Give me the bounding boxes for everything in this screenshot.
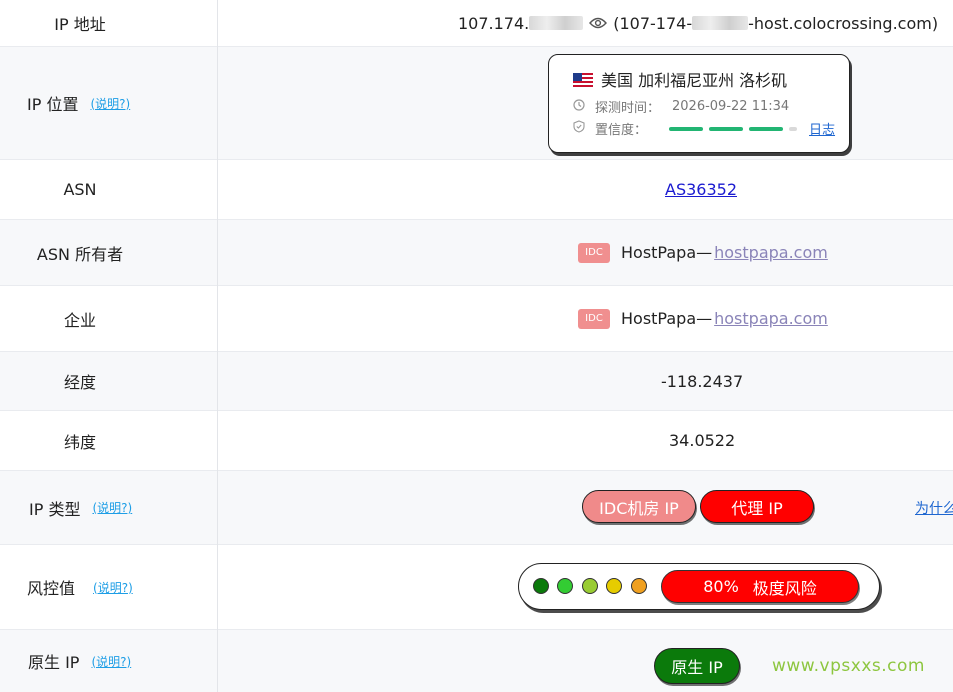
longitude-label: 经度 xyxy=(0,352,160,410)
asn-label-text: ASN xyxy=(63,180,97,199)
confidence-segment xyxy=(669,126,704,131)
enterprise-name: HostPapa— xyxy=(621,309,713,328)
longitude-label-text: 经度 xyxy=(63,373,96,392)
hostname-prefix: (107-174- xyxy=(613,13,693,33)
shield-check-icon xyxy=(573,120,585,137)
us-flag-icon xyxy=(573,72,593,87)
ip-type-help-link[interactable]: (说明?) xyxy=(92,499,132,516)
native-ip-help-link[interactable]: (说明?) xyxy=(91,653,131,670)
row-asn: ASN AS36352 xyxy=(0,160,953,220)
asn-link[interactable]: AS36352 xyxy=(665,180,737,199)
ip-redacted xyxy=(529,16,584,30)
confidence-meter xyxy=(669,126,798,131)
watermark: www.vpsxxs.com xyxy=(772,656,925,676)
confidence-segment xyxy=(709,126,744,131)
hostname-suffix: -host.colocrossing.com) xyxy=(748,13,939,33)
eye-icon[interactable] xyxy=(589,14,608,33)
row-latitude: 纬度 34.0522 xyxy=(0,411,953,471)
enterprise-value: IDC HostPapa— hostpapa.com xyxy=(578,286,828,351)
ip-location-help-link[interactable]: (说明?) xyxy=(90,95,130,112)
confidence-segment-empty xyxy=(789,126,798,131)
native-ip-label-text: 原生 IP xyxy=(28,653,80,672)
idc-ip-tag-text: IDC机房 IP xyxy=(599,498,679,518)
confidence-segment xyxy=(749,126,784,131)
why-link[interactable]: 为什么 xyxy=(915,498,953,518)
latitude-value: 34.0522 xyxy=(669,431,736,450)
watermark-text: www.vpsxxs.com xyxy=(772,656,925,676)
row-enterprise: 企业 IDC HostPapa— hostpapa.com xyxy=(0,286,953,352)
detect-time-line: 探测时间： 2026-09-22 11:34 xyxy=(573,97,789,116)
row-ip-address: IP 地址 107.174. (107-174- -host.colocross… xyxy=(0,0,953,47)
detect-time-value: 2026-09-22 11:34 xyxy=(672,99,790,114)
row-longitude: 经度 -118.2437 xyxy=(0,352,953,411)
native-ip-label: 原生 IP (说明?) xyxy=(28,630,131,692)
column-divider xyxy=(217,0,218,692)
native-ip-tag: 原生 IP xyxy=(654,648,740,684)
risk-help-link[interactable]: (说明?) xyxy=(93,579,133,596)
risk-label-text: 风控值 xyxy=(27,579,76,598)
risk-value: 80% xyxy=(703,577,739,596)
asn-label: ASN xyxy=(0,160,160,219)
idc-badge: IDC xyxy=(578,308,610,329)
why-link-text[interactable]: 为什么 xyxy=(915,501,953,517)
asn-owner-value: IDC HostPapa— hostpapa.com xyxy=(578,220,828,285)
asn-owner-link[interactable]: hostpapa.com xyxy=(714,243,828,262)
proxy-ip-tag: 代理 IP xyxy=(700,490,814,523)
ip-address-label-text: IP 地址 xyxy=(54,15,106,34)
ip-location-label-text: IP 位置 xyxy=(27,95,79,114)
asn-owner-name: HostPapa— xyxy=(621,243,713,262)
risk-dot xyxy=(557,578,573,594)
location-title: 美国 加利福尼亚州 洛杉矶 xyxy=(573,67,787,91)
risk-dot xyxy=(606,578,622,594)
clock-icon xyxy=(573,98,585,115)
ip-address-value: 107.174. (107-174- -host.colocrossing.co… xyxy=(458,0,938,46)
ip-location-label: IP 位置 (说明?) xyxy=(27,47,130,159)
risk-dot xyxy=(582,578,598,594)
row-asn-owner: ASN 所有者 IDC HostPapa— hostpapa.com xyxy=(0,220,953,286)
latitude-label-text: 纬度 xyxy=(63,432,96,452)
asn-owner-label: ASN 所有者 xyxy=(0,220,160,285)
location-card: 美国 加利福尼亚州 洛杉矶 探测时间： 2026-09-22 11:34 置信度… xyxy=(548,54,850,153)
log-link[interactable]: 日志 xyxy=(809,119,835,138)
risk-level-bar: 80% 极度风险 xyxy=(661,570,859,603)
longitude-value: -118.2437 xyxy=(661,371,744,391)
idc-badge: IDC xyxy=(578,242,610,263)
enterprise-label-text: 企业 xyxy=(63,310,96,330)
location-place: 美国 加利福尼亚州 洛杉矶 xyxy=(601,71,788,90)
idc-ip-tag: IDC机房 IP xyxy=(582,490,696,523)
risk-level-text: 极度风险 xyxy=(752,578,817,598)
proxy-ip-tag-text: 代理 IP xyxy=(731,498,783,518)
risk-label: 风控值 (说明?) xyxy=(27,545,133,629)
native-ip-tag-text: 原生 IP xyxy=(671,658,723,677)
hostname-redacted xyxy=(692,16,749,30)
ip-prefix: 107.174. xyxy=(458,13,530,33)
risk-dot xyxy=(631,578,647,594)
asn-owner-label-text: ASN 所有者 xyxy=(36,244,124,264)
enterprise-label: 企业 xyxy=(0,286,160,351)
risk-dot xyxy=(533,578,549,594)
ip-address-label: IP 地址 xyxy=(0,0,160,46)
confidence-line: 置信度： 日志 xyxy=(573,119,835,138)
confidence-label: 置信度： xyxy=(595,123,648,138)
detect-time-label: 探测时间： xyxy=(595,101,661,116)
latitude-label: 纬度 xyxy=(0,411,160,470)
enterprise-link[interactable]: hostpapa.com xyxy=(714,309,828,328)
risk-meter: 80% 极度风险 xyxy=(518,563,880,610)
ip-type-label: IP 类型 (说明?) xyxy=(29,471,132,544)
ip-type-label-text: IP 类型 xyxy=(29,499,81,519)
